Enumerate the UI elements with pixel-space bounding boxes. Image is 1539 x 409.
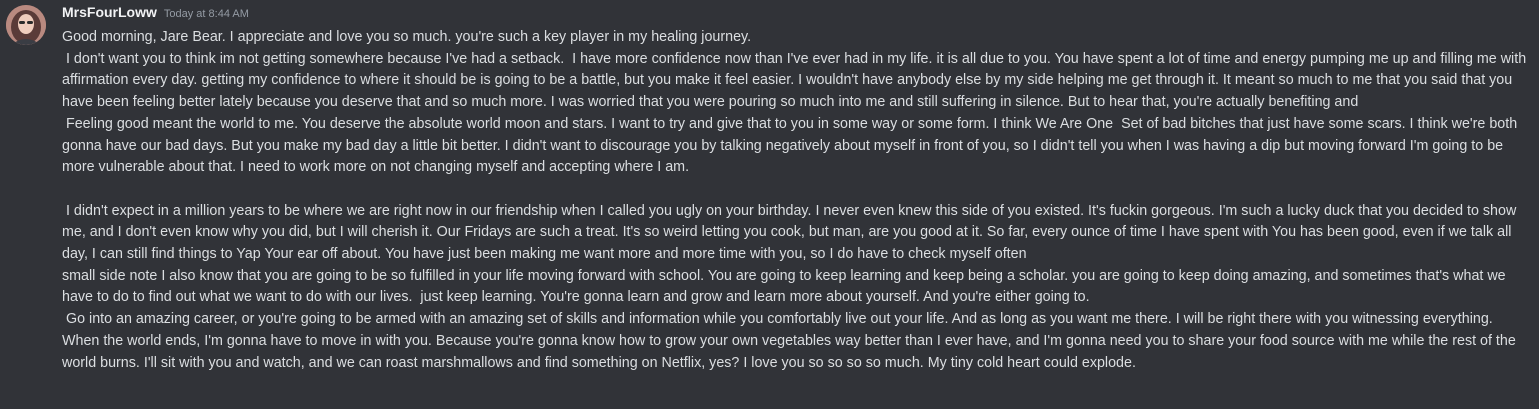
message-header: MrsFourLoww Today at 8:44 AM (62, 4, 1533, 27)
username[interactable]: MrsFourLoww (62, 4, 157, 20)
message-timestamp[interactable]: Today at 8:44 AM (164, 8, 249, 20)
chat-message: MrsFourLoww Today at 8:44 AM Good mornin… (0, 0, 1539, 409)
user-avatar[interactable] (6, 5, 46, 45)
message-content: Good morning, Jare Bear. I appreciate an… (62, 27, 1533, 374)
avatar-photo-icon (6, 5, 46, 45)
message-text-block: Good morning, Jare Bear. I appreciate an… (62, 29, 1527, 263)
message-text-block: small side note I also know that you are… (62, 267, 1516, 371)
